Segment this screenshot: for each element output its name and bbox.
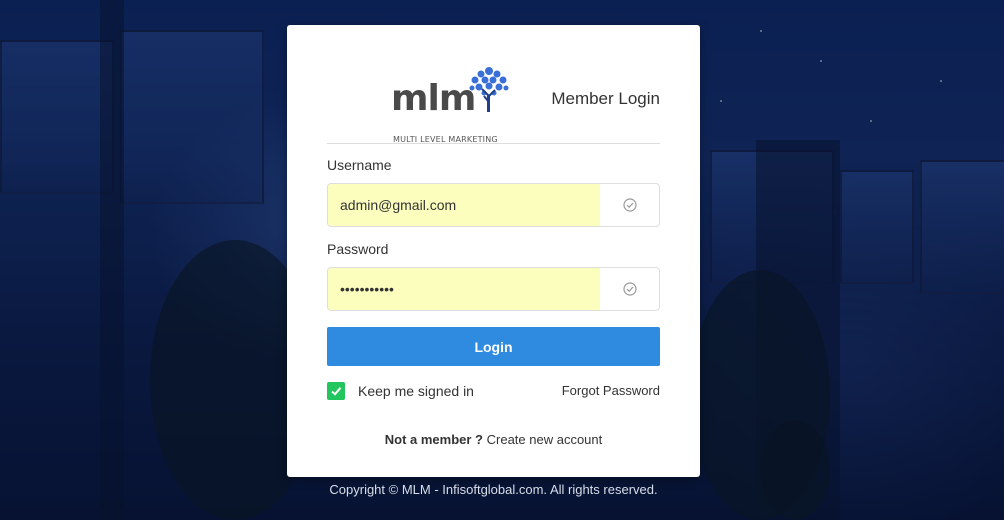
login-button[interactable]: Login [327,327,660,366]
signup-prompt: Not a member ? Create new account [287,432,700,447]
login-card-header: mlm MULTI LEVEL MARKETING Member Login [327,47,660,144]
password-label: Password [327,241,389,257]
remember-me-checkbox[interactable] [327,382,345,400]
login-card: mlm MULTI LEVEL MARKETING Member Login U… [287,25,700,477]
password-input[interactable] [328,268,600,310]
forgot-password-link[interactable]: Forgot Password [562,383,660,398]
not-member-text: Not a member ? [384,432,483,447]
username-input[interactable] [328,184,600,226]
check-circle-icon [600,184,659,226]
create-account-link[interactable]: Create new account [487,432,603,447]
username-field-group [327,183,660,227]
check-icon [331,387,342,396]
tree-icon [469,67,509,112]
page-title: Member Login [551,89,660,108]
check-circle-icon [600,268,659,310]
logo-subtitle: MULTI LEVEL MARKETING [393,135,498,144]
remember-me: Keep me signed in [327,382,474,400]
copyright-footer: Copyright © MLM - Infisoftglobal.com. Al… [329,482,658,497]
mlm-logo: mlm MULTI LEVEL MARKETING [391,65,511,147]
remember-me-label[interactable]: Keep me signed in [358,383,474,399]
username-label: Username [327,157,392,173]
logo-wordmark: mlm [391,78,476,119]
password-field-group [327,267,660,311]
